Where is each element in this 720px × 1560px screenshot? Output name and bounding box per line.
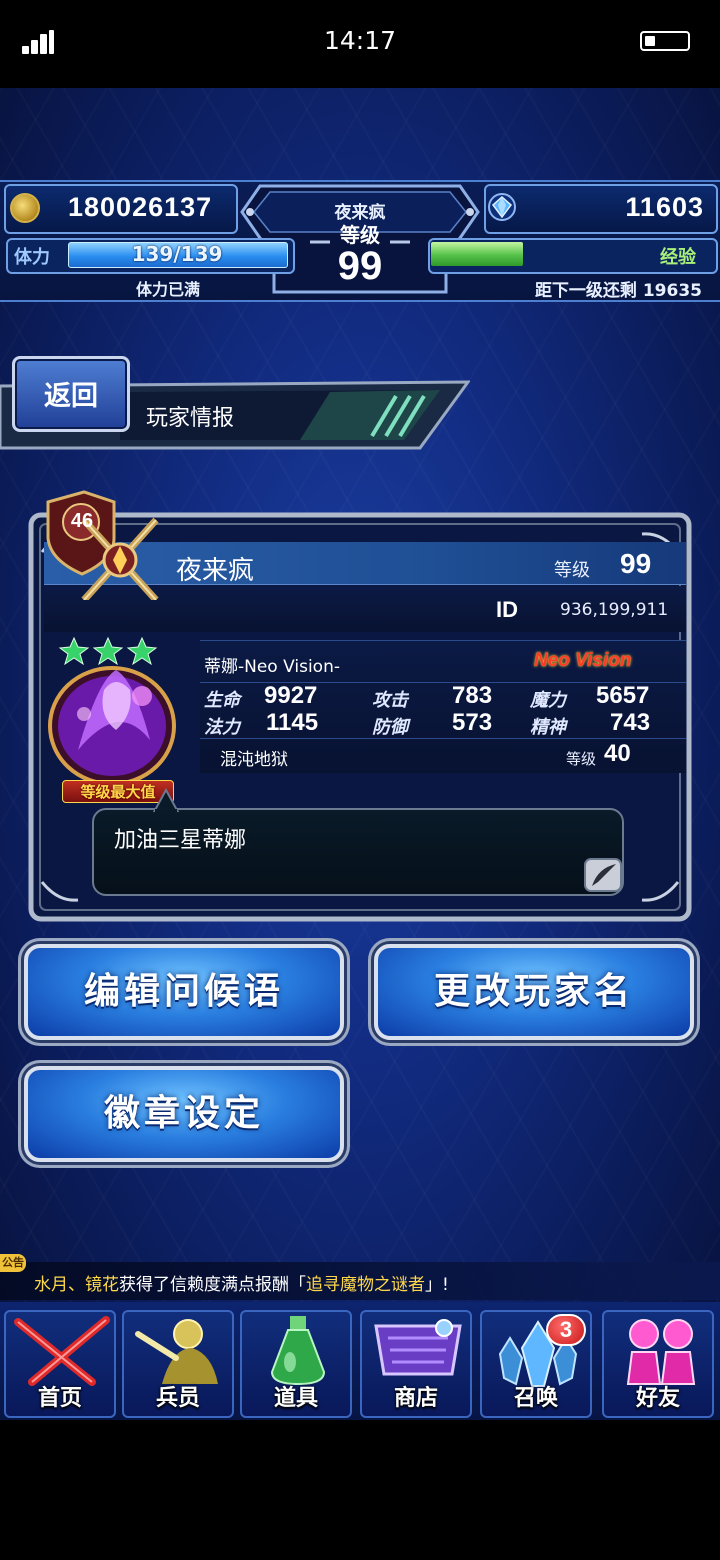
status-bar: 14:17 xyxy=(0,0,720,88)
esper-level-label: 等级 xyxy=(566,750,597,768)
exp-label: 经验 xyxy=(660,247,696,268)
nav-summon-label: 召唤 xyxy=(513,1386,558,1411)
esper-level: 40 xyxy=(604,740,631,767)
rarity-stars xyxy=(58,636,158,666)
nav-items[interactable]: 道具 xyxy=(240,1310,352,1418)
nav-shop-label: 商店 xyxy=(393,1386,438,1411)
rank-badge-value: 46 xyxy=(70,510,94,532)
stamina-value: 139/139 xyxy=(131,242,223,266)
stat-def-value: 573 xyxy=(452,709,493,736)
back-button[interactable]: 返回 xyxy=(12,356,130,432)
ticker-text: 水月、镜花获得了信赖度满点报酬「追寻魔物之谜者」! xyxy=(34,1270,449,1295)
crossed-swords-icon xyxy=(14,1316,110,1386)
shop-cart-icon xyxy=(374,1319,462,1376)
profile-level-label: 等级 xyxy=(554,560,590,581)
edit-pencil-icon[interactable] xyxy=(584,858,622,892)
stat-mp-label: 法力 xyxy=(204,717,240,738)
stat-atk-value: 783 xyxy=(452,682,493,709)
bubble-tail xyxy=(152,788,180,812)
exp-remaining: 距下一级还剩 19635 xyxy=(534,281,702,301)
stamina-label: 体力 xyxy=(14,247,50,268)
nav-shop[interactable]: 商店 xyxy=(360,1310,472,1418)
stat-hp-label: 生命 xyxy=(204,690,240,711)
nav-units[interactable]: 兵员 xyxy=(122,1310,234,1418)
stat-mag-value: 5657 xyxy=(596,682,650,709)
esper-name: 混沌地狱 xyxy=(220,750,288,770)
nav-friends-label: 好友 xyxy=(635,1386,680,1411)
unit-name: 蒂娜-Neo Vision- xyxy=(204,657,340,677)
id-value: 936,199,911 xyxy=(560,600,669,620)
warrior-icon xyxy=(135,1319,218,1384)
nav-items-label: 道具 xyxy=(273,1386,318,1411)
potion-icon xyxy=(270,1316,326,1386)
nav-friends[interactable]: 好友 xyxy=(602,1310,714,1418)
ticker-end: 」! xyxy=(425,1275,449,1295)
rank-badge xyxy=(46,490,159,600)
stat-mp-value: 1145 xyxy=(266,709,319,736)
stat-divider xyxy=(200,738,686,739)
greeting-text: 加油三星蒂娜 xyxy=(114,828,247,853)
nav-units-label: 兵员 xyxy=(155,1386,200,1411)
unit-portrait[interactable] xyxy=(38,630,188,790)
stat-mag-label: 魔力 xyxy=(530,690,566,711)
profile-level: 99 xyxy=(620,548,652,579)
badge-settings-button[interactable]: 徽章设定 xyxy=(24,1066,344,1162)
nav-home[interactable]: 首页 xyxy=(4,1310,116,1418)
stat-spr-value: 743 xyxy=(610,709,651,736)
friends-icon xyxy=(626,1319,696,1385)
edit-greeting-button[interactable]: 编辑问候语 xyxy=(24,944,344,1040)
ticker-message: 获得了信赖度满点报酬「 xyxy=(119,1275,306,1295)
battery-icon xyxy=(640,31,690,51)
nav-summon[interactable]: 3 召唤 xyxy=(480,1310,592,1418)
ticker-names: 水月、镜花 xyxy=(34,1275,119,1295)
summon-badge: 3 xyxy=(546,1314,586,1346)
change-name-button[interactable]: 更改玩家名 xyxy=(374,944,694,1040)
stat-divider xyxy=(200,682,686,683)
ticker-reward: 追寻魔物之谜者 xyxy=(306,1275,425,1295)
nav-home-label: 首页 xyxy=(37,1386,82,1411)
notice-tag: 公告 xyxy=(0,1254,26,1272)
exp-fill xyxy=(431,242,523,266)
stat-def-label: 防御 xyxy=(372,717,408,738)
notice-ticker[interactable]: 水月、镜花获得了信赖度满点报酬「追寻魔物之谜者」! xyxy=(0,1262,720,1300)
clock: 14:17 xyxy=(323,26,397,55)
page-title: 玩家情报 xyxy=(146,406,235,431)
stat-spr-label: 精神 xyxy=(530,717,566,738)
stat-hp-value: 9927 xyxy=(264,682,318,709)
profile-card: 夜来疯 等级 99 ID 936,199,911 46 蒂娜-Neo Visio… xyxy=(28,490,692,922)
stat-atk-label: 攻击 xyxy=(372,690,408,711)
screen-bottom xyxy=(0,1420,720,1560)
id-label: ID xyxy=(496,597,518,622)
neo-vision-tag: Neo Vision xyxy=(534,650,632,671)
